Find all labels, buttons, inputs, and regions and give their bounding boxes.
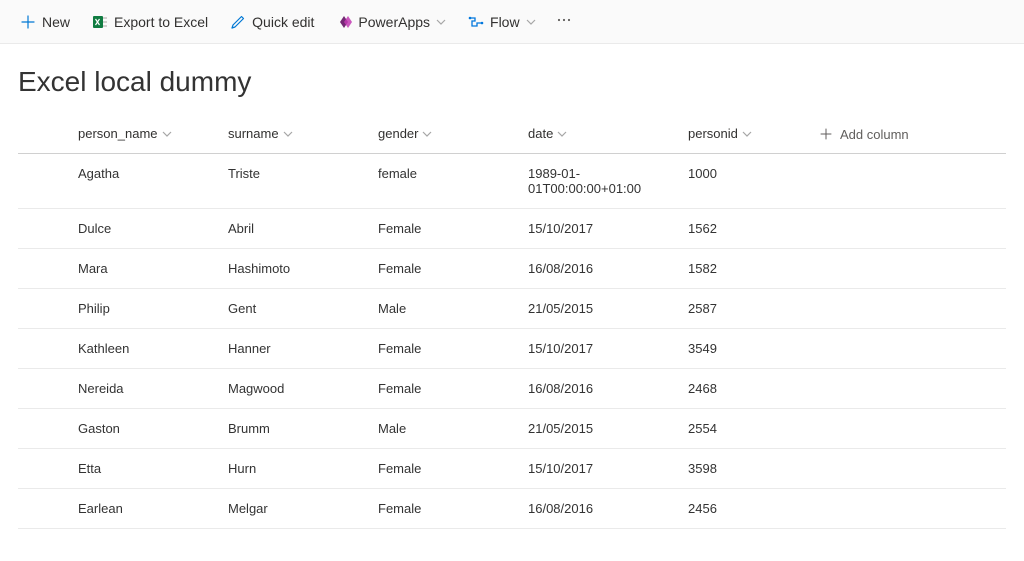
cell-date: 16/08/2016: [518, 249, 678, 289]
cell-personid: 3549: [678, 329, 808, 369]
cell-personid: 1582: [678, 249, 808, 289]
cell-personid: 2554: [678, 409, 808, 449]
cell-surname: Abril: [218, 209, 368, 249]
pencil-icon: [230, 14, 246, 30]
new-label: New: [42, 14, 70, 30]
cell-date: 21/05/2015: [518, 289, 678, 329]
col-header-label: date: [528, 126, 553, 141]
cell-date: 15/10/2017: [518, 449, 678, 489]
add-column-label: Add column: [840, 127, 909, 142]
table-row[interactable]: DulceAbrilFemale15/10/20171562: [18, 209, 1006, 249]
table-row[interactable]: PhilipGentMale21/05/20152587: [18, 289, 1006, 329]
cell-surname: Brumm: [218, 409, 368, 449]
cell-personid: 3598: [678, 449, 808, 489]
cell-date: 15/10/2017: [518, 209, 678, 249]
command-bar: New Export to Excel Quick edit PowerApps…: [0, 0, 1024, 44]
cell-gender: Male: [368, 409, 518, 449]
plus-icon: [818, 126, 834, 142]
cell-gender: female: [368, 154, 518, 209]
cell-person-name: Gaston: [68, 409, 218, 449]
table-row[interactable]: EttaHurnFemale15/10/20173598: [18, 449, 1006, 489]
cell-surname: Gent: [218, 289, 368, 329]
table-row[interactable]: AgathaTristefemale1989-01-01T00:00:00+01…: [18, 154, 1006, 209]
cell-date: 15/10/2017: [518, 329, 678, 369]
add-column-button[interactable]: Add column: [818, 126, 909, 142]
excel-icon: [92, 14, 108, 30]
cell-date: 1989-01-01T00:00:00+01:00: [518, 154, 678, 209]
ellipsis-icon: [556, 12, 572, 28]
data-table: person_name surname gender: [18, 116, 1006, 529]
cell-gender: Female: [368, 369, 518, 409]
powerapps-icon: [336, 14, 352, 30]
cell-surname: Hashimoto: [218, 249, 368, 289]
cell-surname: Hanner: [218, 329, 368, 369]
col-header-surname[interactable]: surname: [228, 126, 293, 141]
table-row[interactable]: GastonBrummMale21/05/20152554: [18, 409, 1006, 449]
powerapps-label: PowerApps: [358, 14, 430, 30]
cell-date: 16/08/2016: [518, 369, 678, 409]
cell-person-name: Earlean: [68, 489, 218, 529]
cell-gender: Female: [368, 449, 518, 489]
quick-edit-button[interactable]: Quick edit: [220, 10, 324, 34]
cell-person-name: Agatha: [68, 154, 218, 209]
chevron-down-icon: [526, 17, 536, 27]
table-row[interactable]: EarleanMelgarFemale16/08/20162456: [18, 489, 1006, 529]
flow-button[interactable]: Flow: [458, 10, 546, 34]
quick-edit-label: Quick edit: [252, 14, 314, 30]
cell-person-name: Philip: [68, 289, 218, 329]
cell-surname: Magwood: [218, 369, 368, 409]
cell-surname: Melgar: [218, 489, 368, 529]
cell-personid: 2587: [678, 289, 808, 329]
col-header-label: surname: [228, 126, 279, 141]
col-header-label: person_name: [78, 126, 158, 141]
col-header-gender[interactable]: gender: [378, 126, 432, 141]
flow-icon: [468, 14, 484, 30]
cell-personid: 1562: [678, 209, 808, 249]
list-container: person_name surname gender: [18, 116, 1006, 529]
export-excel-button[interactable]: Export to Excel: [82, 10, 218, 34]
chevron-down-icon: [557, 129, 567, 139]
table-row[interactable]: MaraHashimotoFemale16/08/20161582: [18, 249, 1006, 289]
new-button[interactable]: New: [10, 10, 80, 34]
cell-person-name: Dulce: [68, 209, 218, 249]
cell-surname: Triste: [218, 154, 368, 209]
cell-gender: Male: [368, 289, 518, 329]
chevron-down-icon: [283, 129, 293, 139]
flow-label: Flow: [490, 14, 520, 30]
header-row: person_name surname gender: [18, 116, 1006, 154]
cell-personid: 2456: [678, 489, 808, 529]
cell-person-name: Kathleen: [68, 329, 218, 369]
cell-date: 16/08/2016: [518, 489, 678, 529]
table-row[interactable]: KathleenHannerFemale15/10/20173549: [18, 329, 1006, 369]
cell-gender: Female: [368, 249, 518, 289]
page-title: Excel local dummy: [18, 66, 1024, 98]
powerapps-button[interactable]: PowerApps: [326, 10, 456, 34]
cell-person-name: Nereida: [68, 369, 218, 409]
export-excel-label: Export to Excel: [114, 14, 208, 30]
overflow-button[interactable]: [548, 8, 580, 35]
cell-person-name: Etta: [68, 449, 218, 489]
col-header-person-name[interactable]: person_name: [78, 126, 172, 141]
cell-gender: Female: [368, 209, 518, 249]
chevron-down-icon: [742, 129, 752, 139]
cell-person-name: Mara: [68, 249, 218, 289]
cell-personid: 1000: [678, 154, 808, 209]
chevron-down-icon: [436, 17, 446, 27]
table-row[interactable]: NereidaMagwoodFemale16/08/20162468: [18, 369, 1006, 409]
chevron-down-icon: [422, 129, 432, 139]
cell-date: 21/05/2015: [518, 409, 678, 449]
cell-gender: Female: [368, 329, 518, 369]
col-header-label: personid: [688, 126, 738, 141]
col-header-label: gender: [378, 126, 418, 141]
cell-personid: 2468: [678, 369, 808, 409]
col-header-personid[interactable]: personid: [688, 126, 752, 141]
cell-gender: Female: [368, 489, 518, 529]
col-header-date[interactable]: date: [528, 126, 567, 141]
plus-icon: [20, 14, 36, 30]
chevron-down-icon: [162, 129, 172, 139]
cell-surname: Hurn: [218, 449, 368, 489]
